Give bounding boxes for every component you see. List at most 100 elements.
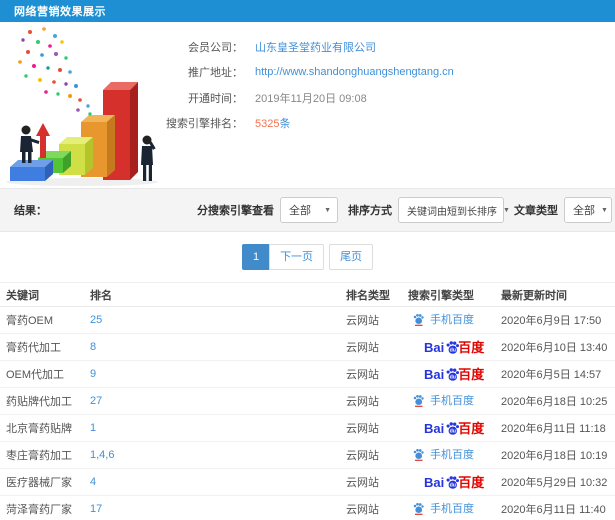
- rank-cell[interactable]: 8: [84, 333, 340, 361]
- baidu-logo-bai-text: Bai: [424, 339, 445, 355]
- table-row: 枣庄膏药加工 1,4,6 云网站 手机百度 2020年6月18日 10:19: [0, 441, 615, 469]
- rank-cell[interactable]: 4: [84, 468, 340, 496]
- rank-cell[interactable]: 1,4,6: [84, 441, 340, 469]
- col-header-keyword: 关键词: [0, 282, 84, 307]
- keyword-cell: 北京膏药贴牌: [0, 414, 84, 442]
- mobile-baidu-logo: 手机百度: [412, 500, 474, 516]
- rank-cell[interactable]: 1: [84, 414, 340, 442]
- baidu-logo: Bai du 百度: [424, 421, 484, 436]
- chevron-down-icon: ▼: [601, 206, 608, 214]
- svg-text:du: du: [450, 482, 456, 488]
- rank-type-cell: 云网站: [340, 468, 402, 496]
- baidu-logo: Bai du 百度: [424, 340, 484, 355]
- updated-time-cell: 2020年6月11日 11:18: [495, 414, 615, 442]
- sort-filter-label: 排序方式: [348, 205, 392, 217]
- engine-type-cell: 手机百度: [402, 387, 495, 415]
- rank-type-cell: 云网站: [340, 360, 402, 388]
- rank-cell[interactable]: 17: [84, 495, 340, 520]
- info-row: 推广地址： http://www.shandonghuangshengtang.…: [120, 60, 454, 86]
- article-type-select[interactable]: 全部 ▼: [564, 197, 612, 223]
- rank-cell[interactable]: 9: [84, 360, 340, 388]
- updated-time-cell: 2020年6月18日 10:25: [495, 387, 615, 415]
- engine-type-cell: Bai du 百度: [402, 360, 495, 388]
- keyword-cell: 菏泽膏药厂家: [0, 495, 84, 520]
- info-value-link[interactable]: 山东皇圣堂药业有限公司: [255, 42, 376, 54]
- updated-time-cell: 2020年6月18日 10:19: [495, 441, 615, 469]
- rank-type-cell: 云网站: [340, 333, 402, 361]
- info-row: 开通时间： 2019年11月20日 09:08: [120, 85, 454, 111]
- table-header-row: 关键词 排名 排名类型 搜索引擎类型 最新更新时间: [0, 282, 615, 307]
- businessman-left-figure: [20, 125, 40, 163]
- baidu-logo-bai-text: Bai: [424, 420, 445, 436]
- table-row: 药贴牌代加工 27 云网站 手机百度 2020年6月18日 10:25: [0, 387, 615, 415]
- baidu-logo-cn-text: 百度: [458, 420, 485, 436]
- col-header-updated: 最新更新时间: [495, 282, 615, 307]
- info-value-text: 2019年11月20日 09:08: [255, 92, 367, 105]
- businessman-right-figure: [141, 135, 156, 181]
- sort-select[interactable]: 关键词由短到长排序 ▼: [398, 197, 510, 223]
- info-value-link[interactable]: http://www.shandonghuangshengtang.cn: [255, 66, 454, 78]
- info-label: 推广地址：: [188, 67, 243, 80]
- info-panel: 会员公司： 山东皇圣堂药业有限公司 推广地址： http://www.shand…: [0, 22, 615, 188]
- sort-select-value: 关键词由短到长排序: [407, 206, 497, 218]
- chevron-down-icon: ▼: [503, 206, 510, 214]
- baidu-logo-bai-text: Bai: [424, 474, 445, 490]
- table-row: 医疗器械厂家 4 云网站 Bai du 百度 2020年5月29日 10:32: [0, 468, 615, 496]
- baidu-logo-cn-text: 百度: [458, 474, 485, 490]
- pagination-page-1[interactable]: 1: [241, 244, 271, 270]
- pagination: 1 下一页 尾页: [0, 232, 615, 282]
- engine-type-cell: Bai du 百度: [402, 333, 495, 361]
- info-value-highlight: 5325条: [255, 118, 290, 130]
- ranking-table: 关键词 排名 排名类型 搜索引擎类型 最新更新时间 膏药OEM 25 云网站 手…: [0, 282, 615, 520]
- page: 网络营销效果展示 会员公司： 山东皇圣堂药业有限公司 推广地址： http://…: [0, 0, 615, 520]
- rank-cell[interactable]: 27: [84, 387, 340, 415]
- keyword-cell: 枣庄膏药加工: [0, 441, 84, 469]
- rank-cell[interactable]: 25: [84, 306, 340, 334]
- mobile-baidu-logo: 手机百度: [412, 446, 474, 462]
- pagination-next-button[interactable]: 下一页: [269, 244, 325, 270]
- table-row: 北京膏药贴牌 1 云网站 Bai du 百度 2020年6月11日 11:18: [0, 414, 615, 442]
- baidu-logo-cn-text: 百度: [458, 366, 485, 382]
- keyword-cell: 医疗器械厂家: [0, 468, 84, 496]
- article-type-select-value: 全部: [573, 205, 595, 217]
- baidu-logo: Bai du 百度: [424, 367, 484, 382]
- engine-type-cell: Bai du 百度: [402, 468, 495, 496]
- engine-type-cell: Bai du 百度: [402, 414, 495, 442]
- mobile-baidu-label: 手机百度: [430, 503, 474, 516]
- engine-type-cell: 手机百度: [402, 495, 495, 520]
- mobile-baidu-paw-icon: [413, 313, 424, 326]
- rank-type-cell: 云网站: [340, 441, 402, 469]
- keyword-cell: 膏药OEM: [0, 306, 84, 334]
- bar-blue: [10, 160, 53, 181]
- table-body: 膏药OEM 25 云网站 手机百度 2020年6月9日 17:50 膏药代加工 …: [0, 306, 615, 520]
- rank-type-cell: 云网站: [340, 306, 402, 334]
- table-row: 菏泽膏药厂家 17 云网站 手机百度 2020年6月11日 11:40: [0, 495, 615, 520]
- mobile-baidu-logo: 手机百度: [412, 311, 474, 327]
- updated-time-cell: 2020年6月5日 14:57: [495, 360, 615, 388]
- table-row: 膏药OEM 25 云网站 手机百度 2020年6月9日 17:50: [0, 306, 615, 334]
- table-row: 膏药代加工 8 云网站 Bai du 百度 2020年6月10日 13:40: [0, 333, 615, 361]
- col-header-rank: 排名: [84, 282, 340, 307]
- engine-filter-label: 分搜索引擎查看: [197, 205, 274, 217]
- info-row: 搜索引擎排名： 5325条: [120, 111, 454, 137]
- updated-time-cell: 2020年5月29日 10:32: [495, 468, 615, 496]
- engine-select[interactable]: 全部 ▼: [280, 197, 338, 223]
- info-rows: 会员公司： 山东皇圣堂药业有限公司 推广地址： http://www.shand…: [120, 34, 454, 136]
- result-label: 结果：: [14, 205, 47, 217]
- svg-text:du: du: [450, 428, 456, 434]
- engine-type-cell: 手机百度: [402, 441, 495, 469]
- svg-text:du: du: [450, 374, 456, 380]
- rank-type-cell: 云网站: [340, 414, 402, 442]
- mobile-baidu-paw-icon: [413, 502, 424, 515]
- updated-time-cell: 2020年6月9日 17:50: [495, 306, 615, 334]
- ranking-count-unit: 条: [279, 118, 291, 131]
- mobile-baidu-label: 手机百度: [430, 449, 474, 462]
- keyword-cell: OEM代加工: [0, 360, 84, 388]
- rank-type-cell: 云网站: [340, 495, 402, 520]
- col-header-rank-type: 排名类型: [340, 282, 402, 307]
- info-label: 开通时间：: [188, 92, 243, 105]
- confetti-dots: [18, 27, 92, 116]
- keyword-cell: 膏药代加工: [0, 333, 84, 361]
- ranking-count: 5325: [255, 118, 280, 131]
- pagination-last-button[interactable]: 尾页: [329, 244, 374, 270]
